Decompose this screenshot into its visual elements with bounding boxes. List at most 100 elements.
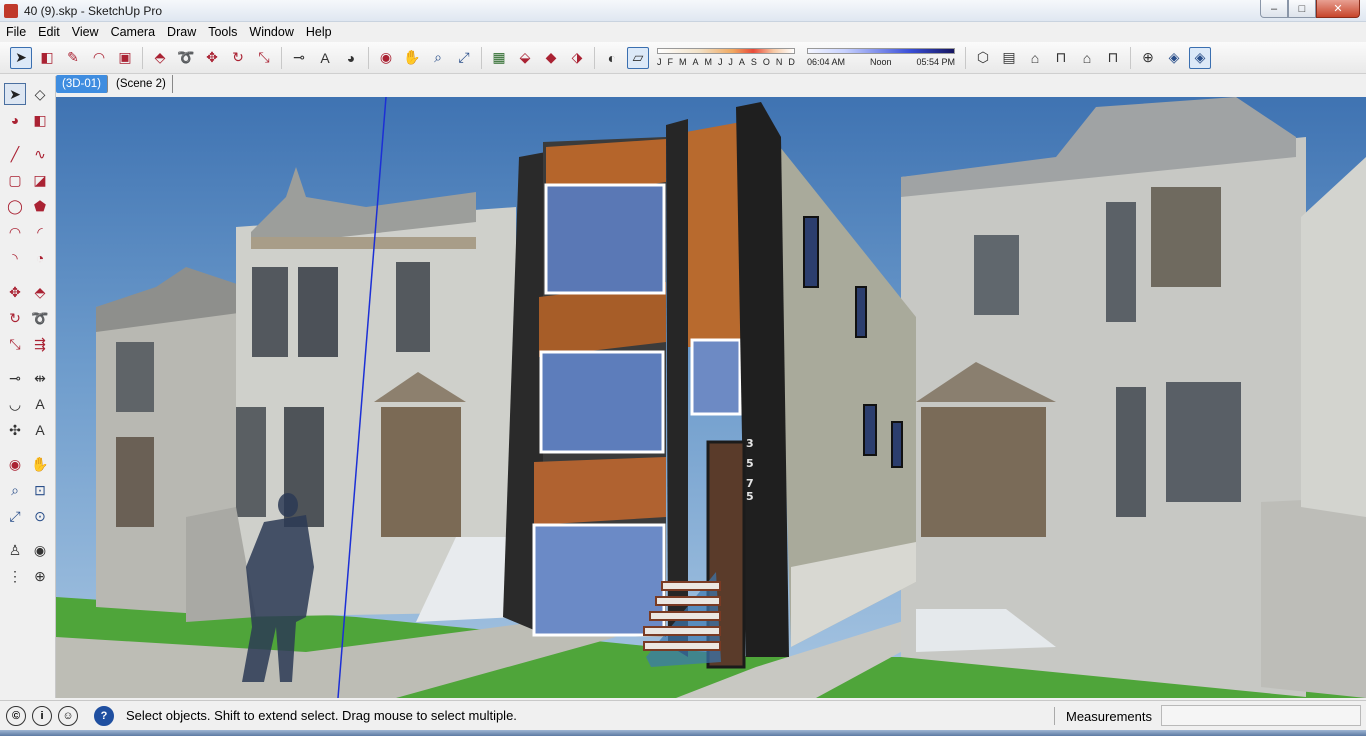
- geo-location-icon[interactable]: ©: [6, 705, 26, 726]
- push-pull-icon[interactable]: ⬘: [29, 281, 51, 303]
- line-icon[interactable]: ╱: [4, 143, 26, 165]
- eraser-tool-icon[interactable]: ◧: [36, 47, 58, 69]
- paint-bucket-tool-icon[interactable]: ◕: [340, 47, 362, 69]
- previous-view-icon[interactable]: ⊙: [29, 505, 51, 527]
- shadow-noon-label: Noon: [869, 57, 892, 67]
- top-view-icon[interactable]: ▤: [998, 47, 1020, 69]
- polygon-icon[interactable]: ⬟: [29, 195, 51, 217]
- two-point-arc-icon[interactable]: ◜: [29, 221, 51, 243]
- warehouse-icon[interactable]: ▦: [488, 47, 510, 69]
- rectangle-tool-icon[interactable]: ▣: [114, 47, 136, 69]
- protractor-icon[interactable]: ◡: [4, 393, 26, 415]
- position-camera-icon[interactable]: ♙: [4, 539, 26, 561]
- pie-icon[interactable]: ◔: [29, 247, 51, 269]
- 3d-text-icon[interactable]: A: [29, 419, 51, 441]
- measurements-label: Measurements: [1066, 709, 1152, 724]
- main-building-facade: 3 5 7 5: [503, 102, 789, 669]
- pan-tool-icon[interactable]: ✋: [401, 47, 423, 69]
- arc-tool-icon[interactable]: ◠: [88, 47, 110, 69]
- house-number-digit: 5: [746, 457, 754, 470]
- left-view-icon[interactable]: ⊓: [1102, 47, 1124, 69]
- status-message: Select objects. Shift to extend select. …: [126, 708, 517, 723]
- extension-icon[interactable]: ⬗: [566, 47, 588, 69]
- scale-tool-icon[interactable]: ⤡: [253, 47, 275, 69]
- text-tool-icon[interactable]: A: [314, 47, 336, 69]
- menu-draw[interactable]: Draw: [161, 25, 202, 39]
- move-icon[interactable]: ✥: [4, 281, 26, 303]
- zoom-extents-icon[interactable]: ⤢: [4, 505, 26, 527]
- rectangle-icon[interactable]: ▢: [4, 169, 26, 191]
- zoom-window-icon[interactable]: ⊡: [29, 479, 51, 501]
- menu-window[interactable]: Window: [243, 25, 299, 39]
- pan-icon[interactable]: ✋: [29, 453, 51, 475]
- pencil-tool-icon[interactable]: ✎: [62, 47, 84, 69]
- orbit-icon[interactable]: ◉: [4, 453, 26, 475]
- shadow-time-slider[interactable]: 06:04 AM Noon 05:54 PM: [807, 48, 955, 67]
- right-view-icon[interactable]: ⊓: [1050, 47, 1072, 69]
- tape-measure-icon[interactable]: ⊸: [4, 367, 26, 389]
- textured-style-icon[interactable]: ◈: [1189, 46, 1211, 69]
- freehand-icon[interactable]: ∿: [29, 143, 51, 165]
- rotate-icon[interactable]: ↻: [4, 307, 26, 329]
- menu-file[interactable]: File: [0, 25, 32, 39]
- menu-view[interactable]: View: [66, 25, 105, 39]
- menu-tools[interactable]: Tools: [202, 25, 243, 39]
- axes-icon[interactable]: ✣: [4, 419, 26, 441]
- shaded-style-icon[interactable]: ◈: [1163, 47, 1185, 69]
- orbit-tool-icon[interactable]: ◉: [375, 47, 397, 69]
- walk-icon[interactable]: ⋮: [4, 565, 26, 587]
- circle-icon[interactable]: ◯: [4, 195, 26, 217]
- menu-help[interactable]: Help: [300, 25, 338, 39]
- dimension-icon[interactable]: ⇹: [29, 367, 51, 389]
- back-view-icon[interactable]: ⌂: [1076, 47, 1098, 69]
- credits-icon[interactable]: i: [32, 705, 52, 726]
- tab-scene-2[interactable]: (Scene 2): [110, 75, 173, 93]
- minimize-button[interactable]: –: [1260, 0, 1288, 18]
- tab-3d-01[interactable]: (3D-01): [56, 75, 108, 93]
- model-viewport[interactable]: 3 5 7 5: [56, 97, 1366, 698]
- front-view-icon[interactable]: ⌂: [1024, 47, 1046, 69]
- select-tool-icon[interactable]: ➤: [10, 46, 32, 69]
- scale-icon[interactable]: ⤡: [4, 333, 26, 355]
- help-icon[interactable]: ?: [94, 705, 114, 726]
- share-model-icon[interactable]: ⬙: [514, 47, 536, 69]
- close-button[interactable]: ✕: [1316, 0, 1360, 18]
- window-controls: – □ ✕: [1260, 0, 1360, 18]
- menu-bar: File Edit View Camera Draw Tools Window …: [0, 22, 1366, 42]
- user-account-icon[interactable]: ☺: [58, 705, 78, 726]
- follow-me-tool-icon[interactable]: ➰: [175, 47, 197, 69]
- paint-bucket-icon[interactable]: ◕: [4, 109, 26, 131]
- building-scene: 3 5 7 5: [56, 97, 1366, 698]
- eraser-icon[interactable]: ◧: [29, 109, 51, 131]
- section-plane-icon[interactable]: ⊕: [29, 565, 51, 587]
- xray-style-icon[interactable]: ⊕: [1137, 47, 1159, 69]
- shadow-month-slider[interactable]: J F M A M J J A S O N D: [657, 48, 795, 67]
- status-bar: © i ☺ ? Select objects. Shift to extend …: [0, 700, 1366, 730]
- rotate-tool-icon[interactable]: ↻: [227, 47, 249, 69]
- push-pull-tool-icon[interactable]: ⬘: [149, 47, 171, 69]
- follow-me-icon[interactable]: ➰: [29, 307, 51, 329]
- shadow-start-time: 06:04 AM: [807, 57, 846, 67]
- select-icon[interactable]: ➤: [4, 83, 26, 105]
- menu-edit[interactable]: Edit: [32, 25, 66, 39]
- zoom-tool-icon[interactable]: ⌕: [427, 47, 449, 69]
- rotated-rectangle-icon[interactable]: ◪: [29, 169, 51, 191]
- components-icon[interactable]: ◆: [540, 47, 562, 69]
- window-middle: [539, 350, 665, 454]
- tape-measure-tool-icon[interactable]: ⊸: [288, 47, 310, 69]
- shadow-toggle-icon[interactable]: ◐: [601, 47, 623, 69]
- offset-icon[interactable]: ⇶: [29, 333, 51, 355]
- zoom-extents-tool-icon[interactable]: ⤢: [453, 47, 475, 69]
- menu-camera[interactable]: Camera: [105, 25, 161, 39]
- maximize-button[interactable]: □: [1288, 0, 1316, 18]
- zoom-icon[interactable]: ⌕: [4, 479, 26, 501]
- make-component-icon[interactable]: ◇: [29, 83, 51, 105]
- three-point-arc-icon[interactable]: ◝: [4, 247, 26, 269]
- move-tool-icon[interactable]: ✥: [201, 47, 223, 69]
- iso-view-icon[interactable]: ⬡: [972, 47, 994, 69]
- look-around-icon[interactable]: ◉: [29, 539, 51, 561]
- measurements-input[interactable]: [1161, 705, 1361, 726]
- text-icon[interactable]: A: [29, 393, 51, 415]
- arc-icon[interactable]: ◠: [4, 221, 26, 243]
- fog-toggle-icon[interactable]: ▱: [627, 46, 649, 69]
